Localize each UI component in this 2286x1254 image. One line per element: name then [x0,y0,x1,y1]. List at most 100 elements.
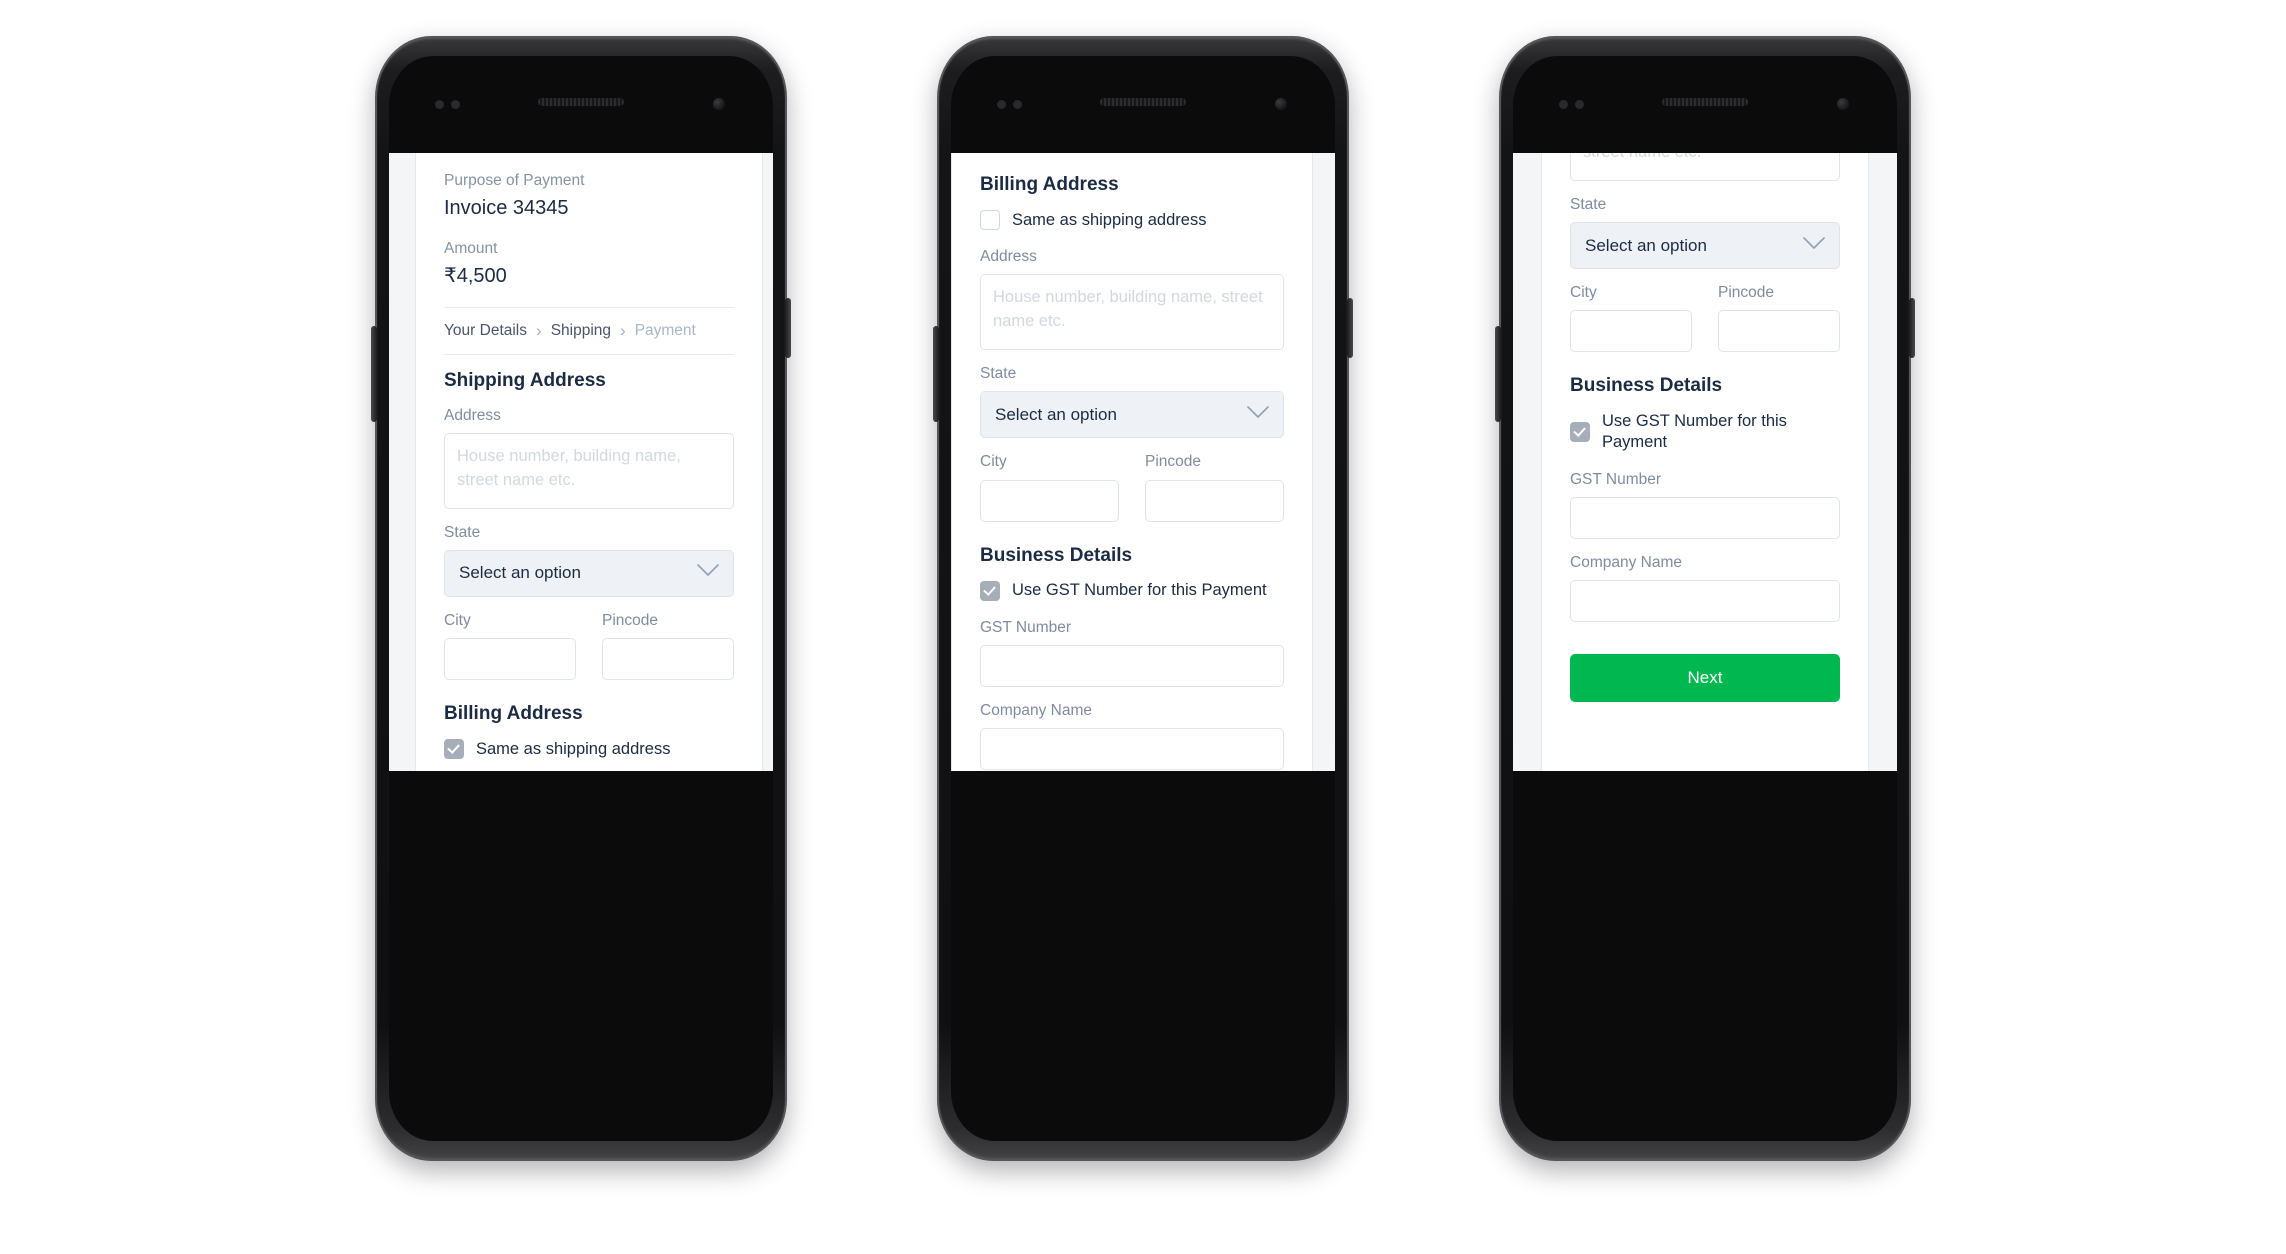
city-input[interactable] [980,479,1119,522]
power-button[interactable] [1909,298,1915,358]
form-card: State Select an option [1541,153,1869,771]
phone-mockup-1: Purpose of Payment Invoice 34345 Amount … [371,36,791,1161]
gst-number-input[interactable] [980,644,1284,687]
breadcrumb: Your Details › Shipping › Payment [444,308,734,354]
gst-number-input[interactable] [1570,496,1840,539]
company-name-input[interactable] [1570,580,1840,623]
checkbox-row-same-as-shipping[interactable]: Same as shipping address [980,210,1284,231]
checkbox-row-same-as-shipping[interactable]: Same as shipping address [444,739,734,760]
field-address [1570,153,1840,181]
city-label: City [1570,284,1597,302]
page-background: State Select an option [1513,153,1897,771]
checkbox-row-use-gst[interactable]: Use GST Number for this Payment [1570,411,1840,454]
phone-mockup-2: Billing Address Same as shipping address… [933,36,1353,1161]
field-address: Address [444,406,734,509]
volume-button[interactable] [1495,326,1501,422]
checkbox-same-as-shipping[interactable] [444,739,464,760]
state-select-value: Select an option [995,404,1117,424]
page-background: Billing Address Same as shipping address… [951,153,1335,771]
city-label: City [980,453,1007,471]
pincode-input[interactable] [1145,479,1284,522]
field-gst-number: GST Number [980,618,1284,687]
state-select[interactable]: Select an option [444,549,734,597]
state-label: State [444,523,481,541]
field-company-name: Company Name [980,701,1284,770]
field-city: City [1570,283,1692,353]
checkbox-label-same-as-shipping: Same as shipping address [476,739,671,758]
city-label: City [444,611,471,629]
address-label: Address [980,248,1037,266]
front-camera-icon [1837,98,1849,110]
address-input[interactable] [444,432,734,509]
breadcrumb-step-shipping[interactable]: Shipping [551,322,611,340]
company-name-input[interactable] [980,727,1284,770]
checkbox-row-use-gst[interactable]: Use GST Number for this Payment [980,580,1284,601]
breadcrumb-step-payment[interactable]: Payment [635,322,696,340]
company-name-label: Company Name [980,701,1092,719]
next-button[interactable]: Next [1570,654,1840,703]
phone-glass: Purpose of Payment Invoice 34345 Amount … [389,56,773,1141]
address-label: Address [444,406,501,424]
field-pincode: Pincode [1718,283,1840,353]
field-city: City [444,611,576,680]
earpiece-speaker-icon [1100,98,1186,106]
city-input[interactable] [1570,310,1692,353]
form-content: State Select an option [1542,153,1868,703]
form-content: Purpose of Payment Invoice 34345 Amount … [416,171,762,771]
field-address: Address [980,247,1284,351]
field-company-name: Company Name [1570,553,1840,623]
checkbox-label-same-as-shipping: Same as shipping address [1012,210,1207,229]
amount-label: Amount [444,239,498,257]
front-camera-icon [713,98,725,110]
field-state: State Select an option [444,523,734,597]
app-screen-1: Purpose of Payment Invoice 34345 Amount … [389,153,773,771]
phone-mockup-3: State Select an option [1495,36,1915,1161]
state-select-value: Select an option [459,563,581,583]
proximity-sensor-icon [1559,100,1593,109]
power-button[interactable] [785,298,791,358]
breadcrumb-step-your-details[interactable]: Your Details [444,322,527,340]
field-state: State Select an option [980,364,1284,439]
field-pincode: Pincode [602,611,734,680]
checkbox-same-as-shipping[interactable] [980,210,1000,231]
divider [444,353,734,355]
amount-value: ₹4,500 [444,264,507,287]
pincode-input[interactable] [1718,310,1840,353]
address-input[interactable] [1570,153,1840,181]
checkbox-label-use-gst: Use GST Number for this Payment [1012,581,1267,600]
field-pincode: Pincode [1145,452,1284,522]
state-label: State [1570,196,1607,213]
app-screen-3: State Select an option [1513,153,1897,771]
state-select[interactable]: Select an option [980,391,1284,439]
phone-glass: State Select an option [1513,56,1897,1141]
pincode-input[interactable] [602,637,734,680]
section-title-shipping-address: Shipping Address [444,369,606,391]
form-card: Purpose of Payment Invoice 34345 Amount … [415,153,763,771]
page-background: Purpose of Payment Invoice 34345 Amount … [389,153,773,771]
checkbox-use-gst[interactable] [1570,422,1590,443]
pincode-label: Pincode [1145,453,1202,471]
power-button[interactable] [1347,298,1353,358]
address-input[interactable] [980,274,1284,351]
city-pincode-row: City Pincode [444,611,734,692]
field-state: State Select an option [1570,195,1840,270]
section-title-billing-address: Billing Address [980,174,1119,195]
phone-glass: Billing Address Same as shipping address… [951,56,1335,1141]
earpiece-speaker-icon [538,98,624,106]
proximity-sensor-icon [997,100,1031,109]
city-pincode-row: City Pincode [1570,283,1840,364]
gst-number-label: GST Number [980,618,1072,636]
state-select-value: Select an option [1585,235,1707,255]
chevron-right-icon: › [620,321,626,341]
volume-button[interactable] [933,326,939,422]
checkbox-use-gst[interactable] [980,580,1000,601]
section-title-business-details: Business Details [980,544,1133,566]
volume-button[interactable] [371,326,377,422]
purpose-label: Purpose of Payment [444,172,585,189]
earpiece-speaker-icon [1662,98,1748,106]
city-input[interactable] [444,637,576,680]
pincode-label: Pincode [1718,284,1775,302]
section-title-business-details: Business Details [1570,375,1723,397]
company-name-label: Company Name [1570,553,1682,571]
state-select[interactable]: Select an option [1570,222,1840,270]
